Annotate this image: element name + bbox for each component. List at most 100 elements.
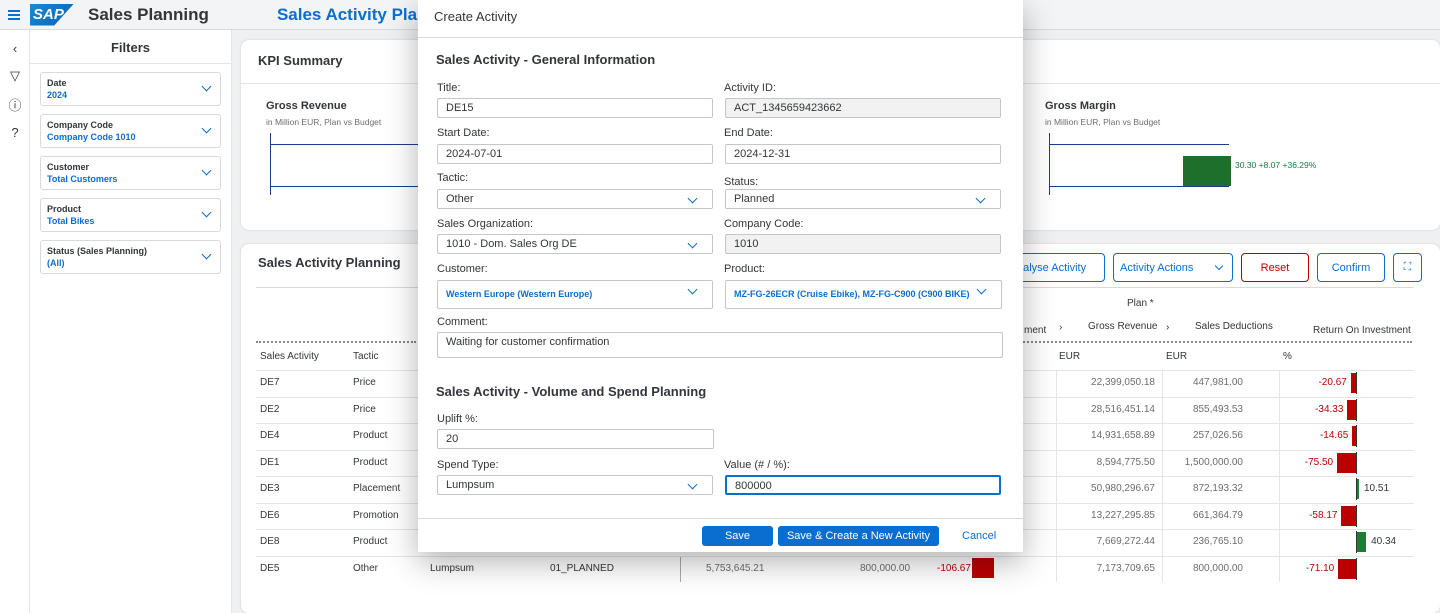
status-select[interactable]: Planned: [725, 189, 1001, 209]
collapse-icon[interactable]: ‹: [0, 34, 30, 62]
uplift-input[interactable]: 20: [437, 429, 714, 449]
activity-actions-button[interactable]: Activity Actions: [1113, 253, 1233, 282]
cell-sales-deductions: 800,000.00: [1192, 562, 1243, 574]
filter-icon[interactable]: ▽: [0, 62, 30, 90]
row-divider: [256, 555, 1414, 557]
end-date-label: End Date:: [724, 127, 773, 139]
section-general: Sales Activity - General Information: [436, 52, 656, 67]
menu-icon[interactable]: [0, 0, 28, 30]
cell-roi: -75.50: [1304, 456, 1334, 468]
kpi-tile-title: Gross Margin: [1045, 100, 1116, 112]
cell-sales-deductions: 447,981.00: [1192, 377, 1243, 388]
sales-org-select[interactable]: 1010 - Dom. Sales Org DE: [437, 234, 713, 254]
expand-icon[interactable]: ›: [1166, 322, 1169, 333]
chevron-down-icon: [1214, 261, 1224, 271]
filter-date[interactable]: Date 2024: [40, 72, 221, 106]
cell-gross-revenue: 7,669,272.44: [1096, 536, 1155, 547]
customer-select[interactable]: Western Europe (Western Europe): [437, 280, 713, 309]
col-header-sales-activity[interactable]: Sales Activity: [260, 351, 319, 362]
spend-type-select[interactable]: Lumpsum: [437, 475, 713, 495]
activity-actions-label: Activity Actions: [1120, 261, 1194, 274]
start-date-label: Start Date:: [437, 127, 490, 139]
col-divider: [680, 556, 681, 582]
reset-button[interactable]: Reset: [1241, 253, 1309, 282]
save-and-new-button[interactable]: Save & Create a New Activity: [778, 526, 939, 546]
roi-axis: [1356, 372, 1357, 394]
title-input[interactable]: DE15: [437, 98, 713, 118]
cancel-button[interactable]: Cancel: [962, 526, 996, 546]
kpi-chart-line: [1049, 186, 1229, 187]
unit-roi: %: [1283, 351, 1292, 362]
filter-value: Total Bikes: [47, 216, 95, 226]
filter-label: Product: [47, 204, 82, 214]
roi-axis: [1356, 531, 1357, 553]
filters-title: Filters: [30, 30, 231, 64]
roi-bar: [1347, 399, 1356, 420]
roi-axis: [1356, 451, 1357, 474]
kpi-value-text: 30.30 +8.07 +36.29%: [1235, 160, 1317, 170]
roi-bar: [1337, 452, 1356, 473]
title-label: Title:: [437, 82, 461, 94]
kpi-tile-gross-margin[interactable]: Gross Margin in Million EUR, Plan vs Bud…: [1045, 100, 1160, 127]
cell-value: 800,000.00: [860, 563, 911, 574]
cell-sales-deductions: 855,493.53: [1192, 403, 1243, 415]
end-date-input[interactable]: 2024-12-31: [725, 144, 1001, 164]
help-icon[interactable]: ?: [0, 118, 30, 146]
filter-customer[interactable]: Customer Total Customers: [40, 156, 221, 190]
app-title: Sales Planning: [88, 4, 209, 24]
kpi-chart-line: [270, 186, 420, 187]
save-button[interactable]: Save: [702, 526, 773, 546]
cell-activity: DE6: [260, 509, 280, 521]
kpi-chart-line: [270, 144, 420, 145]
filters-panel: Filters Date 2024 Company Code Company Cod…: [30, 30, 232, 613]
cell-gross-revenue: 8,594,775.50: [1096, 456, 1155, 468]
info-icon[interactable]: ⓘ: [0, 90, 30, 118]
roi-axis: [1356, 425, 1357, 447]
cell-tactic: Placement: [353, 483, 401, 494]
cell-gross-revenue: 7,173,709.65: [1096, 562, 1155, 574]
filter-product[interactable]: Product Total Bikes: [40, 198, 221, 232]
company-code-label: Company Code:: [724, 218, 804, 230]
roi-bar: [1338, 558, 1356, 579]
kpi-chart-line: [1049, 144, 1229, 145]
dialog-title: Create Activity: [418, 0, 1023, 38]
value-input[interactable]: 800000: [725, 475, 1001, 495]
cell-tactic: Price: [353, 403, 376, 415]
filter-status[interactable]: Status (Sales Planning) (All): [40, 240, 221, 274]
col-header-tactic[interactable]: Tactic: [353, 351, 379, 362]
cell-activity: DE2: [260, 403, 280, 415]
cell-gross-revenue: 14,931,658.89: [1091, 430, 1155, 441]
roi-bar: [972, 558, 994, 578]
comment-textarea[interactable]: Waiting for customer confirmation: [437, 332, 1003, 358]
analyse-activity-button[interactable]: nalyse Activity: [1011, 253, 1105, 282]
cell-roi: -58.17: [1309, 509, 1338, 521]
kpi-tile-title: Gross Revenue: [266, 100, 347, 112]
start-date-input[interactable]: 2024-07-01: [437, 144, 713, 164]
customer-label: Customer:: [437, 263, 488, 275]
cell-gross-revenue: 50,980,296.67: [1091, 483, 1155, 494]
unit-gr: EUR: [1059, 351, 1081, 362]
kpi-tile-gross-revenue[interactable]: Gross Revenue in Million EUR, Plan vs Bu…: [266, 100, 381, 127]
col-header-sales-deductions[interactable]: Sales Deductions: [1195, 321, 1273, 332]
section-volume-spend: Sales Activity - Volume and Spend Planni…: [436, 384, 707, 399]
cell-value: 5,753,645.21: [706, 563, 765, 574]
product-label: Product:: [724, 263, 765, 275]
product-select[interactable]: MZ-FG-26ECR (Cruise Ebike), MZ-FG-C900 (…: [725, 280, 1002, 309]
fullscreen-icon[interactable]: ⛶: [1393, 253, 1422, 282]
filter-label: Date: [47, 78, 67, 88]
filter-company-code[interactable]: Company Code Company Code 1010: [40, 114, 221, 148]
company-code-field: 1010: [725, 234, 1001, 254]
roi-axis: [1356, 557, 1357, 580]
roi-bar: [1341, 505, 1356, 526]
expand-icon[interactable]: ›: [1059, 322, 1062, 333]
status-label: Status:: [724, 176, 759, 188]
cell-roi: -71.10: [1305, 562, 1335, 574]
confirm-button[interactable]: Confirm: [1317, 253, 1385, 282]
roi-axis: [1356, 398, 1357, 421]
col-header-roi[interactable]: Return On Investment: [1313, 325, 1411, 336]
cell-gross-revenue: 28,516,451.14: [1091, 403, 1155, 415]
tactic-label: Tactic:: [437, 172, 469, 184]
tactic-select[interactable]: Other: [437, 189, 713, 209]
col-header-gross-revenue[interactable]: Gross Revenue: [1088, 321, 1157, 332]
cell-roi: -34.33: [1315, 403, 1344, 415]
